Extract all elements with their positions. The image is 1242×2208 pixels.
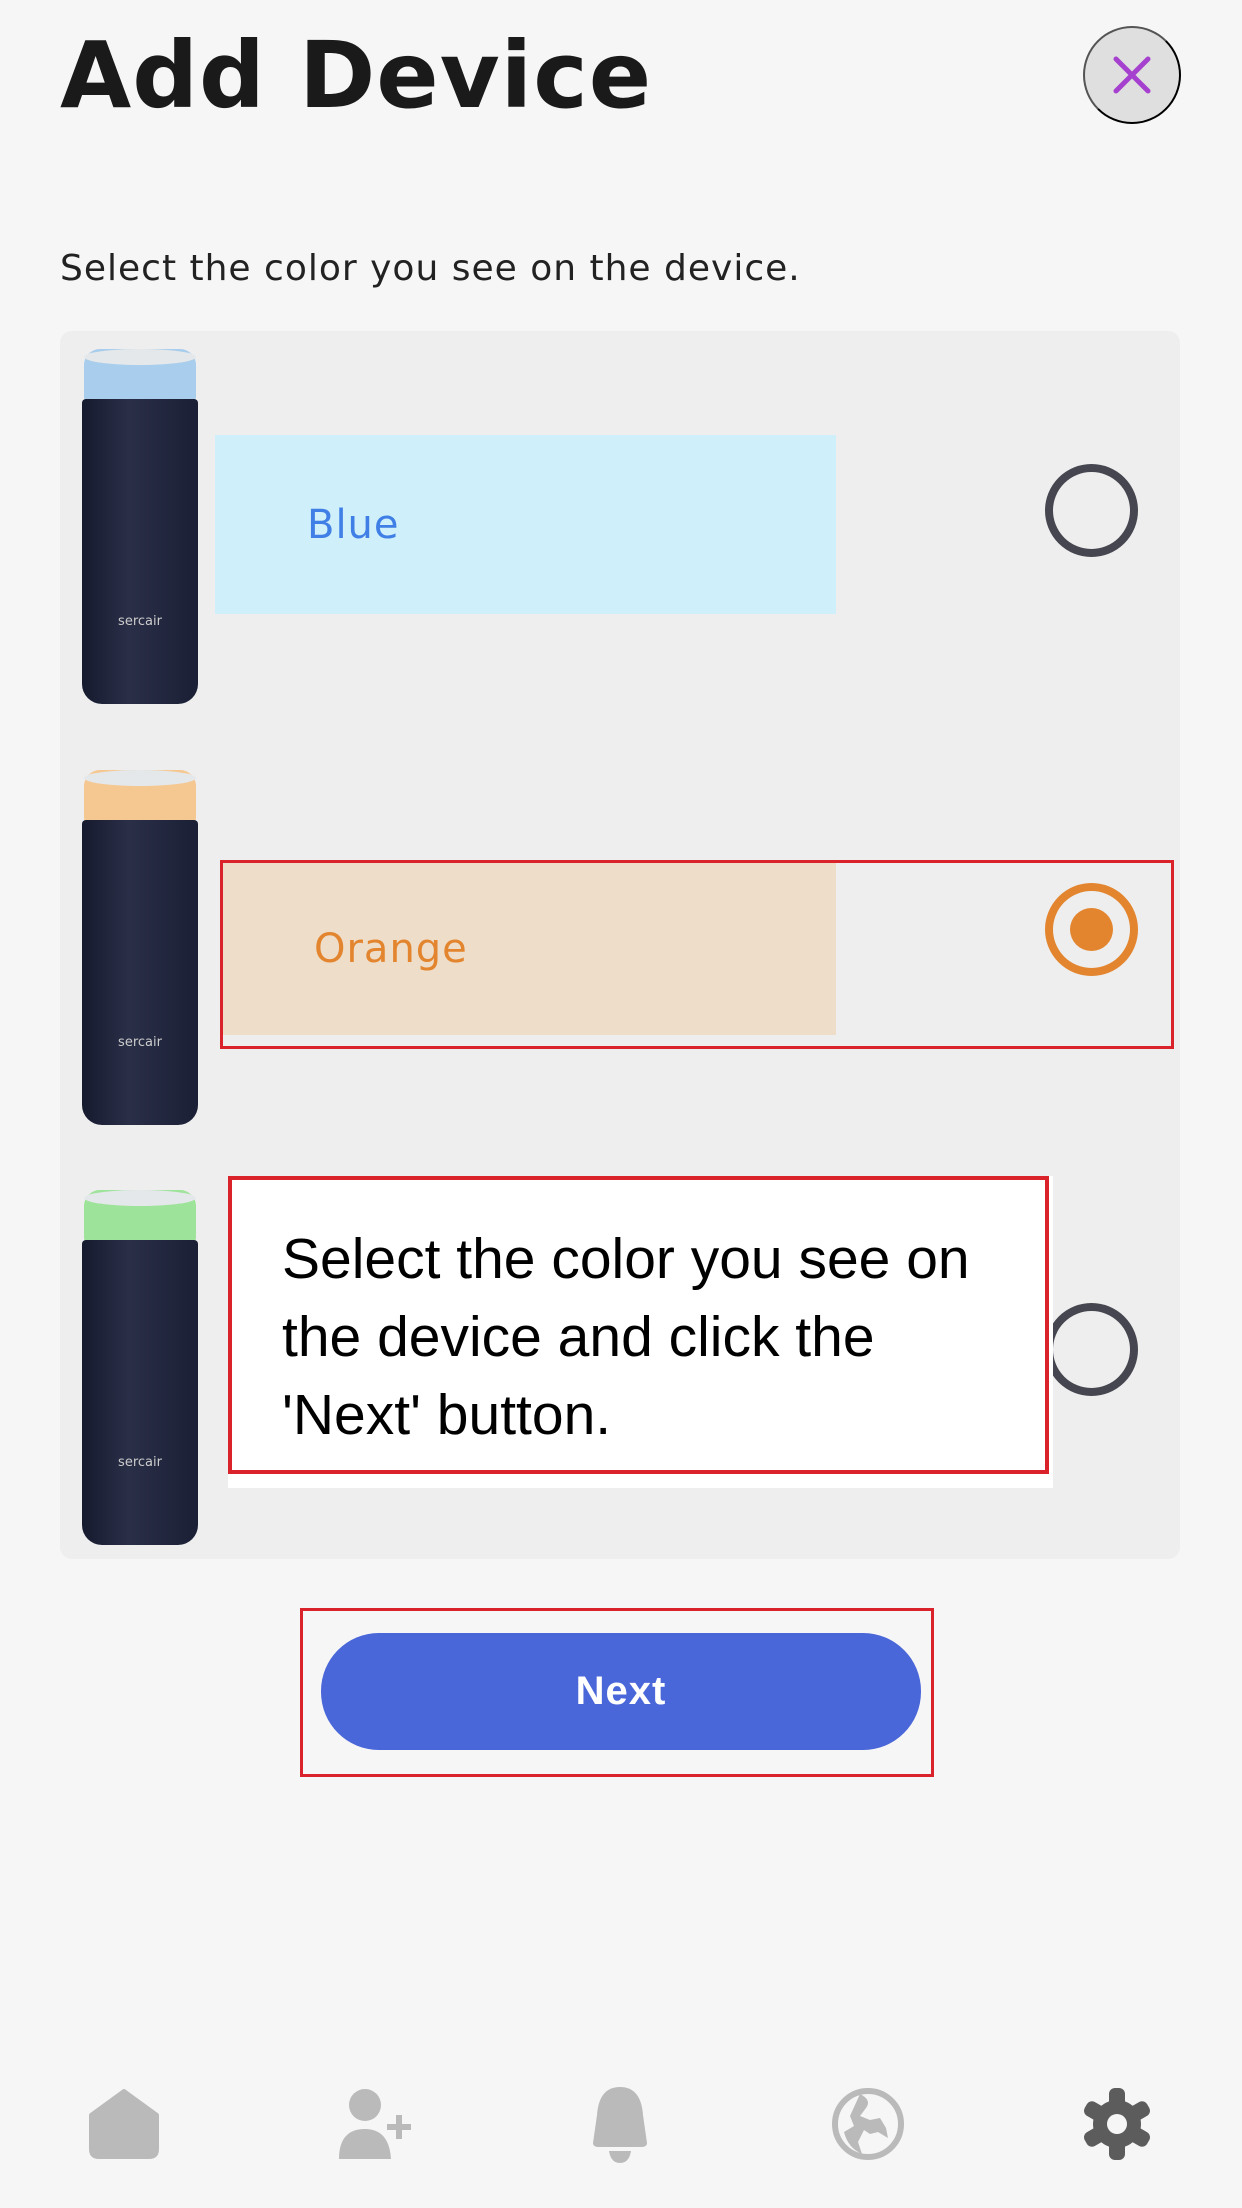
radio-green[interactable]	[1045, 1303, 1138, 1396]
device-image-orange: sercair	[82, 770, 198, 1125]
nav-home[interactable]	[85, 2085, 163, 2163]
page-title: Add Device	[60, 22, 653, 129]
nav-settings[interactable]	[1078, 2085, 1156, 2163]
nav-language[interactable]	[829, 2085, 907, 2163]
instruction-tooltip: Select the color you see on the device a…	[228, 1176, 1049, 1474]
close-icon	[1113, 56, 1151, 94]
home-icon	[89, 2089, 159, 2159]
nav-add-user[interactable]	[333, 2085, 411, 2163]
gear-icon	[1084, 2088, 1150, 2160]
color-option-blue[interactable]: Blue	[215, 435, 836, 614]
option-label: Blue	[307, 501, 400, 548]
device-image-green: sercair	[82, 1190, 198, 1545]
nav-notifications[interactable]	[581, 2085, 659, 2163]
globe-icon	[832, 2088, 904, 2160]
highlight-box	[220, 860, 1174, 1049]
close-button[interactable]	[1083, 26, 1181, 124]
add-user-icon	[339, 2089, 411, 2159]
radio-blue[interactable]	[1045, 464, 1138, 557]
instruction-text: Select the color you see on the device.	[60, 248, 801, 289]
highlight-box	[300, 1608, 934, 1777]
bell-icon	[593, 2087, 647, 2163]
device-image-blue: sercair	[82, 349, 198, 704]
